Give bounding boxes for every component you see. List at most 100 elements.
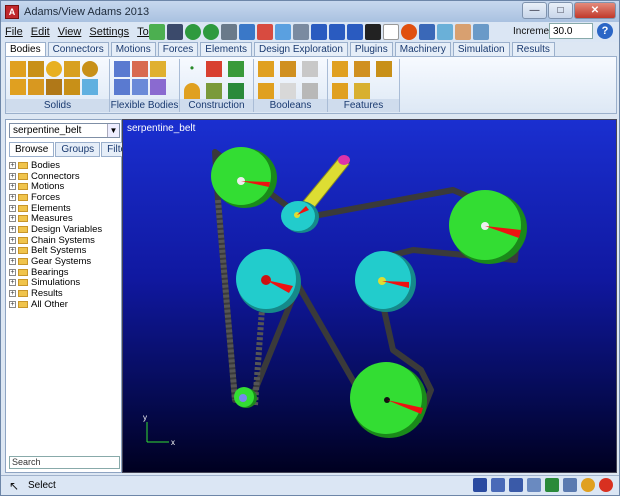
search-input[interactable]: Search	[9, 456, 120, 469]
expand-icon[interactable]: +	[9, 247, 16, 255]
extrusion-icon[interactable]	[46, 79, 62, 95]
verify-icon[interactable]	[545, 478, 559, 492]
marker-icon[interactable]	[206, 61, 222, 77]
hole-icon[interactable]	[376, 61, 392, 77]
boolean-intersect-icon[interactable]	[302, 61, 318, 77]
expand-icon[interactable]: +	[9, 161, 16, 169]
tree-item-simulations[interactable]: + Simulations	[9, 277, 119, 288]
3d-viewport[interactable]: y x serpentine_belt	[122, 119, 617, 473]
boolean-union-icon[interactable]	[258, 61, 274, 77]
chevron-down-icon[interactable]: ▼	[107, 124, 119, 137]
expand-icon[interactable]: +	[9, 290, 16, 298]
pulley-middle-left[interactable]	[236, 249, 301, 313]
flex-beam-icon[interactable]	[132, 61, 148, 77]
tree-item-connectors[interactable]: + Connectors	[9, 171, 119, 182]
undo-icon[interactable]	[185, 24, 201, 40]
wireframe-icon[interactable]	[311, 24, 327, 40]
link-icon[interactable]	[10, 79, 26, 95]
expand-icon[interactable]: +	[9, 258, 16, 266]
stop-icon[interactable]	[599, 478, 613, 492]
pulley-bottom-large[interactable]	[350, 362, 427, 438]
info-icon[interactable]	[491, 478, 505, 492]
close-button[interactable]: ✕	[574, 2, 616, 19]
expand-icon[interactable]: +	[9, 183, 16, 191]
view-3d-icon[interactable]	[275, 24, 291, 40]
box-icon[interactable]	[10, 61, 26, 77]
menu-edit[interactable]: Edit	[27, 26, 54, 38]
tab-browse[interactable]: Browse	[9, 142, 55, 157]
menu-file[interactable]: File	[1, 26, 27, 38]
chamfer-icon[interactable]	[332, 61, 348, 77]
expand-icon[interactable]: +	[9, 215, 16, 223]
expand-icon[interactable]: +	[9, 236, 16, 244]
expand-icon[interactable]: +	[9, 300, 16, 308]
flex-body-icon[interactable]	[114, 61, 130, 77]
translate-icon[interactable]	[257, 24, 273, 40]
expand-icon[interactable]: +	[9, 193, 16, 201]
tab-simulation[interactable]: Simulation	[452, 42, 510, 56]
flex-import-icon[interactable]	[114, 79, 130, 95]
boolean-chain-icon[interactable]	[302, 83, 318, 99]
tab-forces[interactable]: Forces	[157, 42, 199, 56]
grid-icon[interactable]	[329, 24, 345, 40]
adams-app-icon[interactable]: A	[5, 4, 19, 19]
view-icon[interactable]	[563, 478, 577, 492]
coordinate-icon[interactable]	[527, 478, 541, 492]
boss-icon[interactable]	[332, 83, 348, 99]
zoom-box-icon[interactable]	[383, 24, 399, 40]
tree-item-motions[interactable]: + Motions	[9, 181, 119, 192]
pulley-tensioner[interactable]	[281, 201, 319, 233]
cone-icon[interactable]	[228, 83, 244, 99]
table-icon[interactable]	[509, 478, 523, 492]
model-select[interactable]: serpentine_belt ▼	[9, 123, 120, 138]
tree-item-design-variables[interactable]: + Design Variables	[9, 224, 119, 235]
cylinder-icon[interactable]	[28, 61, 44, 77]
tab-results[interactable]: Results	[511, 42, 555, 56]
tree-item-results[interactable]: + Results	[9, 288, 119, 299]
revolution-icon[interactable]	[64, 79, 80, 95]
pan-icon[interactable]	[455, 24, 471, 40]
spline-icon[interactable]	[206, 83, 222, 99]
tab-elements[interactable]: Elements	[200, 42, 252, 56]
redo-icon[interactable]	[203, 24, 219, 40]
menu-view[interactable]: View	[54, 26, 86, 38]
icons-toggle-icon[interactable]	[347, 24, 363, 40]
tree-item-all-other[interactable]: + All Other	[9, 299, 119, 310]
tree-item-chain-systems[interactable]: + Chain Systems	[9, 235, 119, 246]
tree-item-forces[interactable]: + Forces	[9, 192, 119, 203]
sphere-icon[interactable]	[46, 61, 62, 77]
tree-item-measures[interactable]: + Measures	[9, 213, 119, 224]
frustum-icon[interactable]	[64, 61, 80, 77]
spin-icon[interactable]	[473, 24, 489, 40]
polyline-icon[interactable]	[228, 61, 244, 77]
expand-icon[interactable]: +	[9, 172, 16, 180]
plate-icon[interactable]	[28, 79, 44, 95]
point-icon[interactable]: •	[184, 61, 200, 77]
tree-item-bearings[interactable]: + Bearings	[9, 267, 119, 278]
center-icon[interactable]	[401, 24, 417, 40]
render-icon[interactable]	[293, 24, 309, 40]
render-mode-icon[interactable]	[473, 478, 487, 492]
boolean-merge-icon[interactable]	[280, 61, 296, 77]
increment-input[interactable]	[549, 23, 593, 39]
flex-swap-icon[interactable]	[150, 79, 166, 95]
save-icon[interactable]	[167, 24, 183, 40]
tab-bodies[interactable]: Bodies	[5, 42, 46, 56]
fillet-icon[interactable]	[354, 61, 370, 77]
tab-machinery[interactable]: Machinery	[394, 42, 451, 56]
plane-icon[interactable]	[82, 79, 98, 95]
select-icon[interactable]	[239, 24, 255, 40]
tab-motions[interactable]: Motions	[110, 42, 156, 56]
minimize-button[interactable]: —	[522, 2, 547, 19]
expand-icon[interactable]: +	[9, 204, 16, 212]
zoom-icon[interactable]	[437, 24, 453, 40]
warning-icon[interactable]	[581, 478, 595, 492]
tab-plugins[interactable]: Plugins	[349, 42, 393, 56]
pulley-middle-right[interactable]	[355, 251, 416, 312]
tools-icon[interactable]	[221, 24, 237, 40]
tab-groups[interactable]: Groups	[55, 142, 101, 157]
help-icon[interactable]: ?	[597, 23, 613, 39]
rotate-icon[interactable]	[419, 24, 435, 40]
tree-item-bodies[interactable]: + Bodies	[9, 160, 119, 171]
menu-settings[interactable]: Settings	[85, 26, 133, 38]
